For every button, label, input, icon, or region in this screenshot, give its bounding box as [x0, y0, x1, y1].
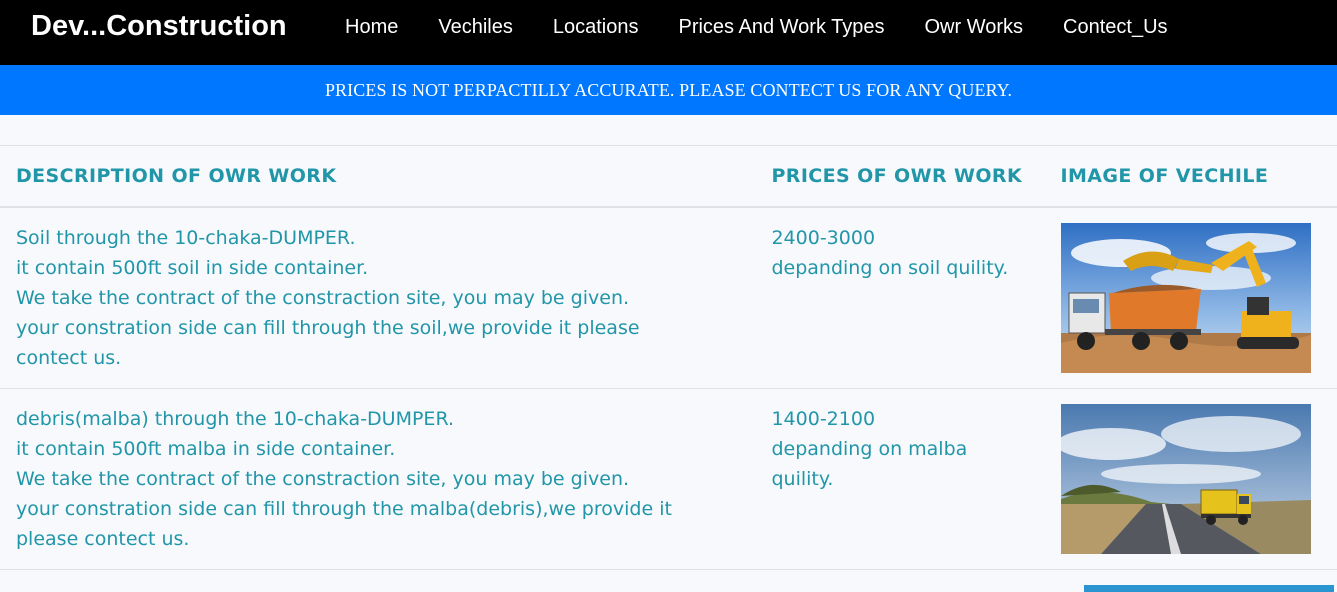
- nav-link-prices[interactable]: Prices And Work Types: [658, 16, 904, 39]
- next-row-image-top: [1084, 585, 1334, 592]
- price-range: 1400-2100: [771, 408, 876, 430]
- nav-link-owr-works[interactable]: Owr Works: [905, 16, 1044, 39]
- brand-logo[interactable]: Dev...Construction: [31, 8, 287, 44]
- description-cell: debris(malba) through the 10-chaka-DUMPE…: [0, 388, 756, 570]
- price-range: 2400-3000: [771, 227, 876, 249]
- nav-link-home[interactable]: Home: [325, 16, 418, 39]
- prices-table: DESCRIPTION OF OWR WORK PRICES OF OWR WO…: [0, 145, 1337, 570]
- image-cell: [1044, 388, 1337, 570]
- table-header-row: DESCRIPTION OF OWR WORK PRICES OF OWR WO…: [0, 145, 1337, 208]
- description-cell: Soil through the 10-chaka-DUMPER. it con…: [0, 207, 756, 389]
- description-line: your constration side can fill through t…: [16, 498, 672, 550]
- price-notice-banner: PRICES IS NOT PERPACTILLY ACCURATE. PLEA…: [0, 65, 1337, 115]
- table-row: debris(malba) through the 10-chaka-DUMPE…: [0, 388, 1337, 570]
- price-cell: 2400-3000 depanding on soil quility.: [755, 207, 1045, 389]
- description-line: it contain 500ft malba in side container…: [16, 438, 396, 460]
- header-prices: PRICES OF OWR WORK: [755, 145, 1045, 208]
- description-line: We take the contract of the constraction…: [16, 468, 630, 490]
- nav-link-contect-us[interactable]: Contect_Us: [1043, 16, 1188, 39]
- price-cell: 1400-2100 depanding on malba quility.: [755, 388, 1045, 570]
- dumper-on-road-image: [1060, 404, 1311, 554]
- top-navbar: Dev...Construction Home Vechiles Locatio…: [0, 0, 1337, 65]
- description-line: We take the contract of the constraction…: [16, 287, 630, 309]
- description-line: debris(malba) through the 10-chaka-DUMPE…: [16, 408, 455, 430]
- header-description: DESCRIPTION OF OWR WORK: [0, 145, 756, 208]
- description-line: it contain 500ft soil in side container.: [16, 257, 369, 279]
- description-line: Soil through the 10-chaka-DUMPER.: [16, 227, 356, 249]
- nav-link-vechiles[interactable]: Vechiles: [418, 16, 533, 39]
- price-note: depanding on soil quility.: [771, 257, 1009, 279]
- table-row: Soil through the 10-chaka-DUMPER. it con…: [0, 207, 1337, 389]
- nav-links: Home Vechiles Locations Prices And Work …: [325, 0, 1188, 55]
- price-note: depanding on malba quility.: [771, 438, 968, 490]
- image-cell: [1044, 207, 1337, 389]
- description-line: your constration side can fill through t…: [16, 317, 640, 369]
- header-image: IMAGE OF VECHILE: [1044, 145, 1337, 208]
- excavator-loading-dumper-image: [1060, 223, 1311, 373]
- nav-link-locations[interactable]: Locations: [533, 16, 659, 39]
